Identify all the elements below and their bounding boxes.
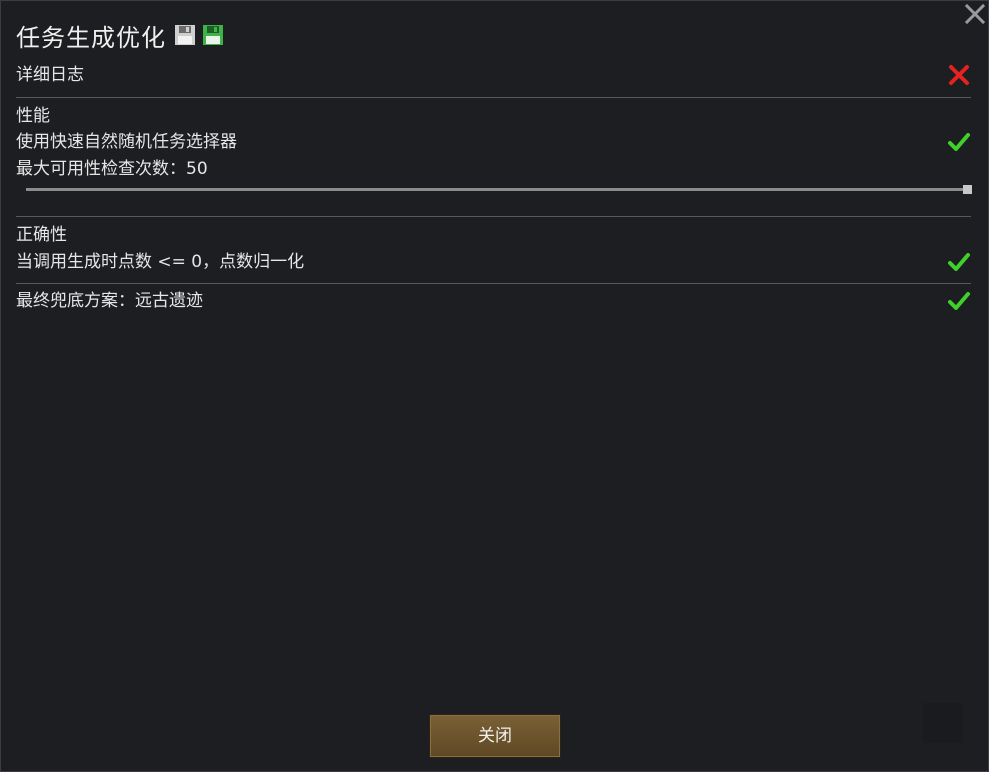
fallback-label: 最终兜底方案：远古遗迹 [16, 291, 203, 311]
max-checks-label: 最大可用性检查次数：50 [16, 159, 208, 179]
checkmark-icon[interactable] [947, 130, 971, 154]
save-green-icon[interactable] [202, 24, 224, 46]
dialog-title: 任务生成优化 [16, 23, 166, 52]
dialog-window: 任务生成优化 详细日志 性能 使用快速自然随机任务选择器 最大可用性检查次数：5… [0, 0, 989, 772]
slider-handle[interactable] [963, 185, 972, 194]
fast-selector-row[interactable]: 使用快速自然随机任务选择器 [16, 130, 971, 154]
divider [16, 216, 971, 217]
fast-selector-label: 使用快速自然随机任务选择器 [16, 132, 237, 152]
verbose-log-label: 详细日志 [16, 65, 84, 85]
max-checks-row: 最大可用性检查次数：50 [16, 157, 971, 181]
corner-panel [923, 703, 963, 743]
checkmark-icon[interactable] [947, 250, 971, 274]
checkmark-icon[interactable] [947, 289, 971, 313]
normalize-points-label: 当调用生成时点数 <= 0，点数归一化 [16, 252, 305, 272]
cross-icon[interactable] [947, 63, 971, 87]
close-icon[interactable] [964, 3, 986, 25]
normalize-points-row[interactable]: 当调用生成时点数 <= 0，点数归一化 [16, 250, 971, 274]
max-checks-slider[interactable] [26, 183, 972, 195]
save-icon[interactable] [174, 24, 196, 46]
fallback-row[interactable]: 最终兜底方案：远古遗迹 [16, 289, 971, 313]
divider [16, 97, 971, 98]
dialog-header: 任务生成优化 [16, 17, 224, 53]
section-header-correctness: 正确性 [16, 225, 67, 245]
close-button[interactable]: 关闭 [429, 714, 561, 758]
verbose-log-row[interactable]: 详细日志 [16, 63, 971, 87]
slider-track [26, 188, 967, 191]
section-header-performance: 性能 [16, 106, 50, 126]
divider [16, 283, 971, 284]
